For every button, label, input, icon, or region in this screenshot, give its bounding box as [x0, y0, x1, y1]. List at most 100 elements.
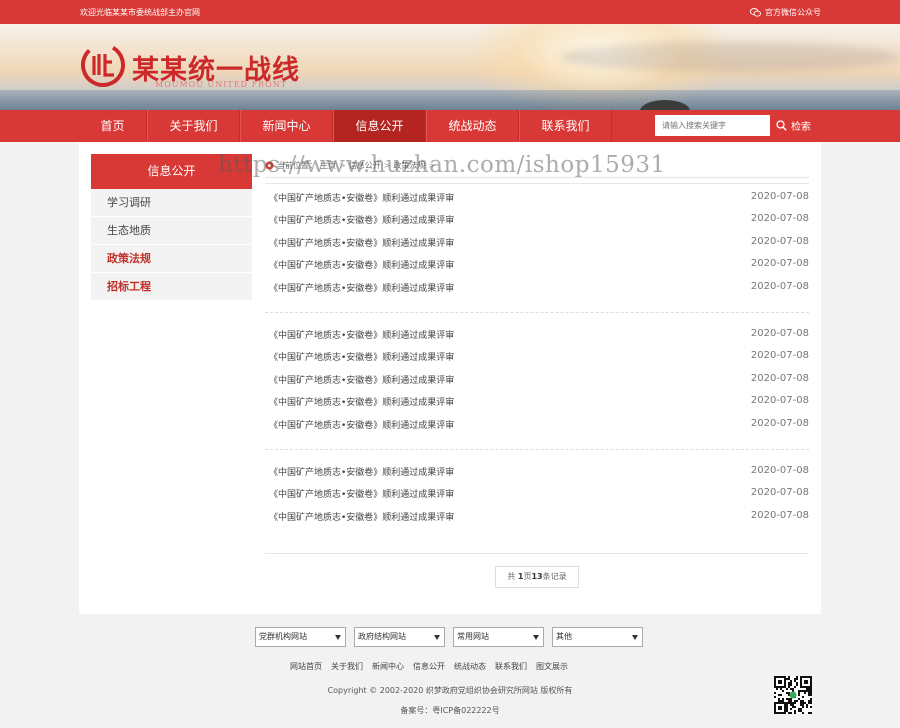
qr-module: [792, 688, 794, 690]
banner-sea: [0, 90, 900, 110]
qr-module: [796, 700, 798, 702]
watermark: https://www.huzhan.com/ishop15931: [218, 152, 666, 178]
list-item[interactable]: 《中国矿产地质志•安徽卷》顺利通过成果评审 2020-07-08: [265, 232, 809, 254]
qr-module: [806, 688, 808, 690]
sidebar-item-geology[interactable]: 生态地质: [91, 217, 252, 245]
list-item[interactable]: 《中国矿产地质志•安徽卷》顺利通过成果评审 2020-07-08: [265, 414, 809, 436]
select-common-sites[interactable]: 常用网站: [453, 627, 544, 647]
qr-module: [802, 696, 804, 698]
select-other-sites[interactable]: 其他: [552, 627, 643, 647]
article-title[interactable]: 《中国矿产地质志•安徽卷》顺利通过成果评审: [269, 258, 454, 271]
qr-module: [800, 708, 802, 710]
sidebar-item-policy[interactable]: 政策法规: [91, 245, 252, 273]
qr-module: [790, 682, 792, 684]
qr-module: [778, 700, 780, 702]
footer-link-news[interactable]: 新闻中心: [372, 661, 404, 672]
article-date: 2020-07-08: [750, 235, 809, 247]
logo-icon[interactable]: [80, 42, 126, 88]
nav-item-home[interactable]: 首页: [79, 110, 147, 142]
list-item[interactable]: 《中国矿产地质志•安徽卷》顺利通过成果评审 2020-07-08: [265, 324, 809, 346]
article-title[interactable]: 《中国矿产地质志•安徽卷》顺利通过成果评审: [269, 191, 454, 204]
footer-link-about[interactable]: 关于我们: [331, 661, 363, 672]
main-nav: 首页 关于我们 新闻中心 信息公开 统战动态 联系我们 检索: [0, 110, 900, 142]
article-date: 2020-07-08: [750, 395, 809, 407]
qr-module: [802, 690, 804, 692]
qr-module: [800, 702, 802, 704]
article-title[interactable]: 《中国矿产地质志•安徽卷》顺利通过成果评审: [269, 236, 454, 249]
nav-item-info[interactable]: 信息公开: [333, 110, 426, 142]
wechat-label: 官方微信公众号: [765, 8, 821, 17]
article-title[interactable]: 《中国矿产地质志•安徽卷》顺利通过成果评审: [269, 487, 454, 500]
select-party-sites[interactable]: 党群机构网站: [255, 627, 346, 647]
qr-finder: [778, 706, 782, 710]
list-item[interactable]: 《中国矿产地质志•安徽卷》顺利通过成果评审 2020-07-08: [265, 277, 809, 299]
qr-module: [798, 698, 800, 700]
qr-finder: [804, 680, 808, 684]
article-date: 2020-07-08: [750, 417, 809, 429]
qr-module: [808, 694, 810, 696]
footer-link-home[interactable]: 网站首页: [290, 661, 322, 672]
qr-module: [808, 700, 810, 702]
qr-module: [796, 676, 798, 678]
qr-module: [790, 684, 792, 686]
site-subtitle: MOUMOU UNITED FRONT: [155, 80, 288, 89]
list-item[interactable]: 《中国矿产地质志•安徽卷》顺利通过成果评审 2020-07-08: [265, 483, 809, 505]
qr-module: [774, 692, 776, 694]
search-input[interactable]: [655, 115, 770, 136]
qr-module: [794, 710, 796, 712]
banner-cloud: [560, 42, 900, 72]
article-title[interactable]: 《中国矿产地质志•安徽卷》顺利通过成果评审: [269, 395, 454, 408]
nav-item-news[interactable]: 新闻中心: [240, 110, 333, 142]
article-title[interactable]: 《中国矿产地质志•安徽卷》顺利通过成果评审: [269, 350, 454, 363]
footer-link-info[interactable]: 信息公开: [413, 661, 445, 672]
list-item[interactable]: 《中国矿产地质志•安徽卷》顺利通过成果评审 2020-07-08: [265, 506, 809, 528]
qr-module: [786, 710, 788, 712]
footer-link-contact[interactable]: 联系我们: [495, 661, 527, 672]
sidebar-item-study[interactable]: 学习调研: [91, 189, 252, 217]
nav-item-updates[interactable]: 统战动态: [426, 110, 519, 142]
qr-module: [788, 682, 790, 684]
qr-module: [810, 706, 812, 708]
header-banner: 某某统一战线 MOUMOU UNITED FRONT: [0, 24, 900, 110]
footer-link-updates[interactable]: 统战动态: [454, 661, 486, 672]
qr-module: [810, 700, 812, 702]
icp-record[interactable]: 备案号：粤ICP备022222号: [0, 705, 900, 716]
pagination[interactable]: 共 1页13条记录: [495, 566, 579, 588]
list-item[interactable]: 《中国矿产地质志•安徽卷》顺利通过成果评审 2020-07-08: [265, 254, 809, 276]
qr-module: [800, 700, 802, 702]
qr-module: [798, 690, 800, 692]
article-title[interactable]: 《中国矿产地质志•安徽卷》顺利通过成果评审: [269, 465, 454, 478]
article-date: 2020-07-08: [750, 350, 809, 362]
qr-module: [804, 692, 806, 694]
qr-module: [810, 692, 812, 694]
footer-link-gallery[interactable]: 图文展示: [536, 661, 568, 672]
qr-module: [790, 704, 792, 706]
nav-item-about[interactable]: 关于我们: [147, 110, 240, 142]
qr-module: [798, 694, 800, 696]
sidebar-item-tender[interactable]: 招标工程: [91, 273, 252, 301]
list-item[interactable]: 《中国矿产地质志•安徽卷》顺利通过成果评审 2020-07-08: [265, 391, 809, 413]
article-title[interactable]: 《中国矿产地质志•安徽卷》顺利通过成果评审: [269, 418, 454, 431]
select-gov-sites[interactable]: 政府结构网站: [354, 627, 445, 647]
list-item[interactable]: 《中国矿产地质志•安徽卷》顺利通过成果评审 2020-07-08: [265, 461, 809, 483]
qr-module: [802, 700, 804, 702]
pager-pre: 共: [507, 572, 516, 581]
qr-module: [778, 698, 780, 700]
list-item[interactable]: 《中国矿产地质志•安徽卷》顺利通过成果评审 2020-07-08: [265, 187, 809, 209]
list-item[interactable]: 《中国矿产地质志•安徽卷》顺利通过成果评审 2020-07-08: [265, 209, 809, 231]
article-title[interactable]: 《中国矿产地质志•安徽卷》顺利通过成果评审: [269, 281, 454, 294]
list-item[interactable]: 《中国矿产地质志•安徽卷》顺利通过成果评审 2020-07-08: [265, 346, 809, 368]
article-title[interactable]: 《中国矿产地质志•安徽卷》顺利通过成果评审: [269, 510, 454, 523]
qr-module: [794, 678, 796, 680]
chevron-down-icon: [434, 635, 440, 640]
article-title[interactable]: 《中国矿产地质志•安徽卷》顺利通过成果评审: [269, 213, 454, 226]
nav-item-contact[interactable]: 联系我们: [519, 110, 612, 142]
list-item[interactable]: 《中国矿产地质志•安徽卷》顺利通过成果评审 2020-07-08: [265, 369, 809, 391]
qr-module: [806, 706, 808, 708]
qr-module: [788, 676, 790, 678]
qr-module: [800, 704, 802, 706]
wechat-link[interactable]: 官方微信公众号: [750, 7, 821, 18]
article-title[interactable]: 《中国矿产地质志•安徽卷》顺利通过成果评审: [269, 373, 454, 386]
article-title[interactable]: 《中国矿产地质志•安徽卷》顺利通过成果评审: [269, 328, 454, 341]
search-button[interactable]: 检索: [776, 118, 811, 133]
